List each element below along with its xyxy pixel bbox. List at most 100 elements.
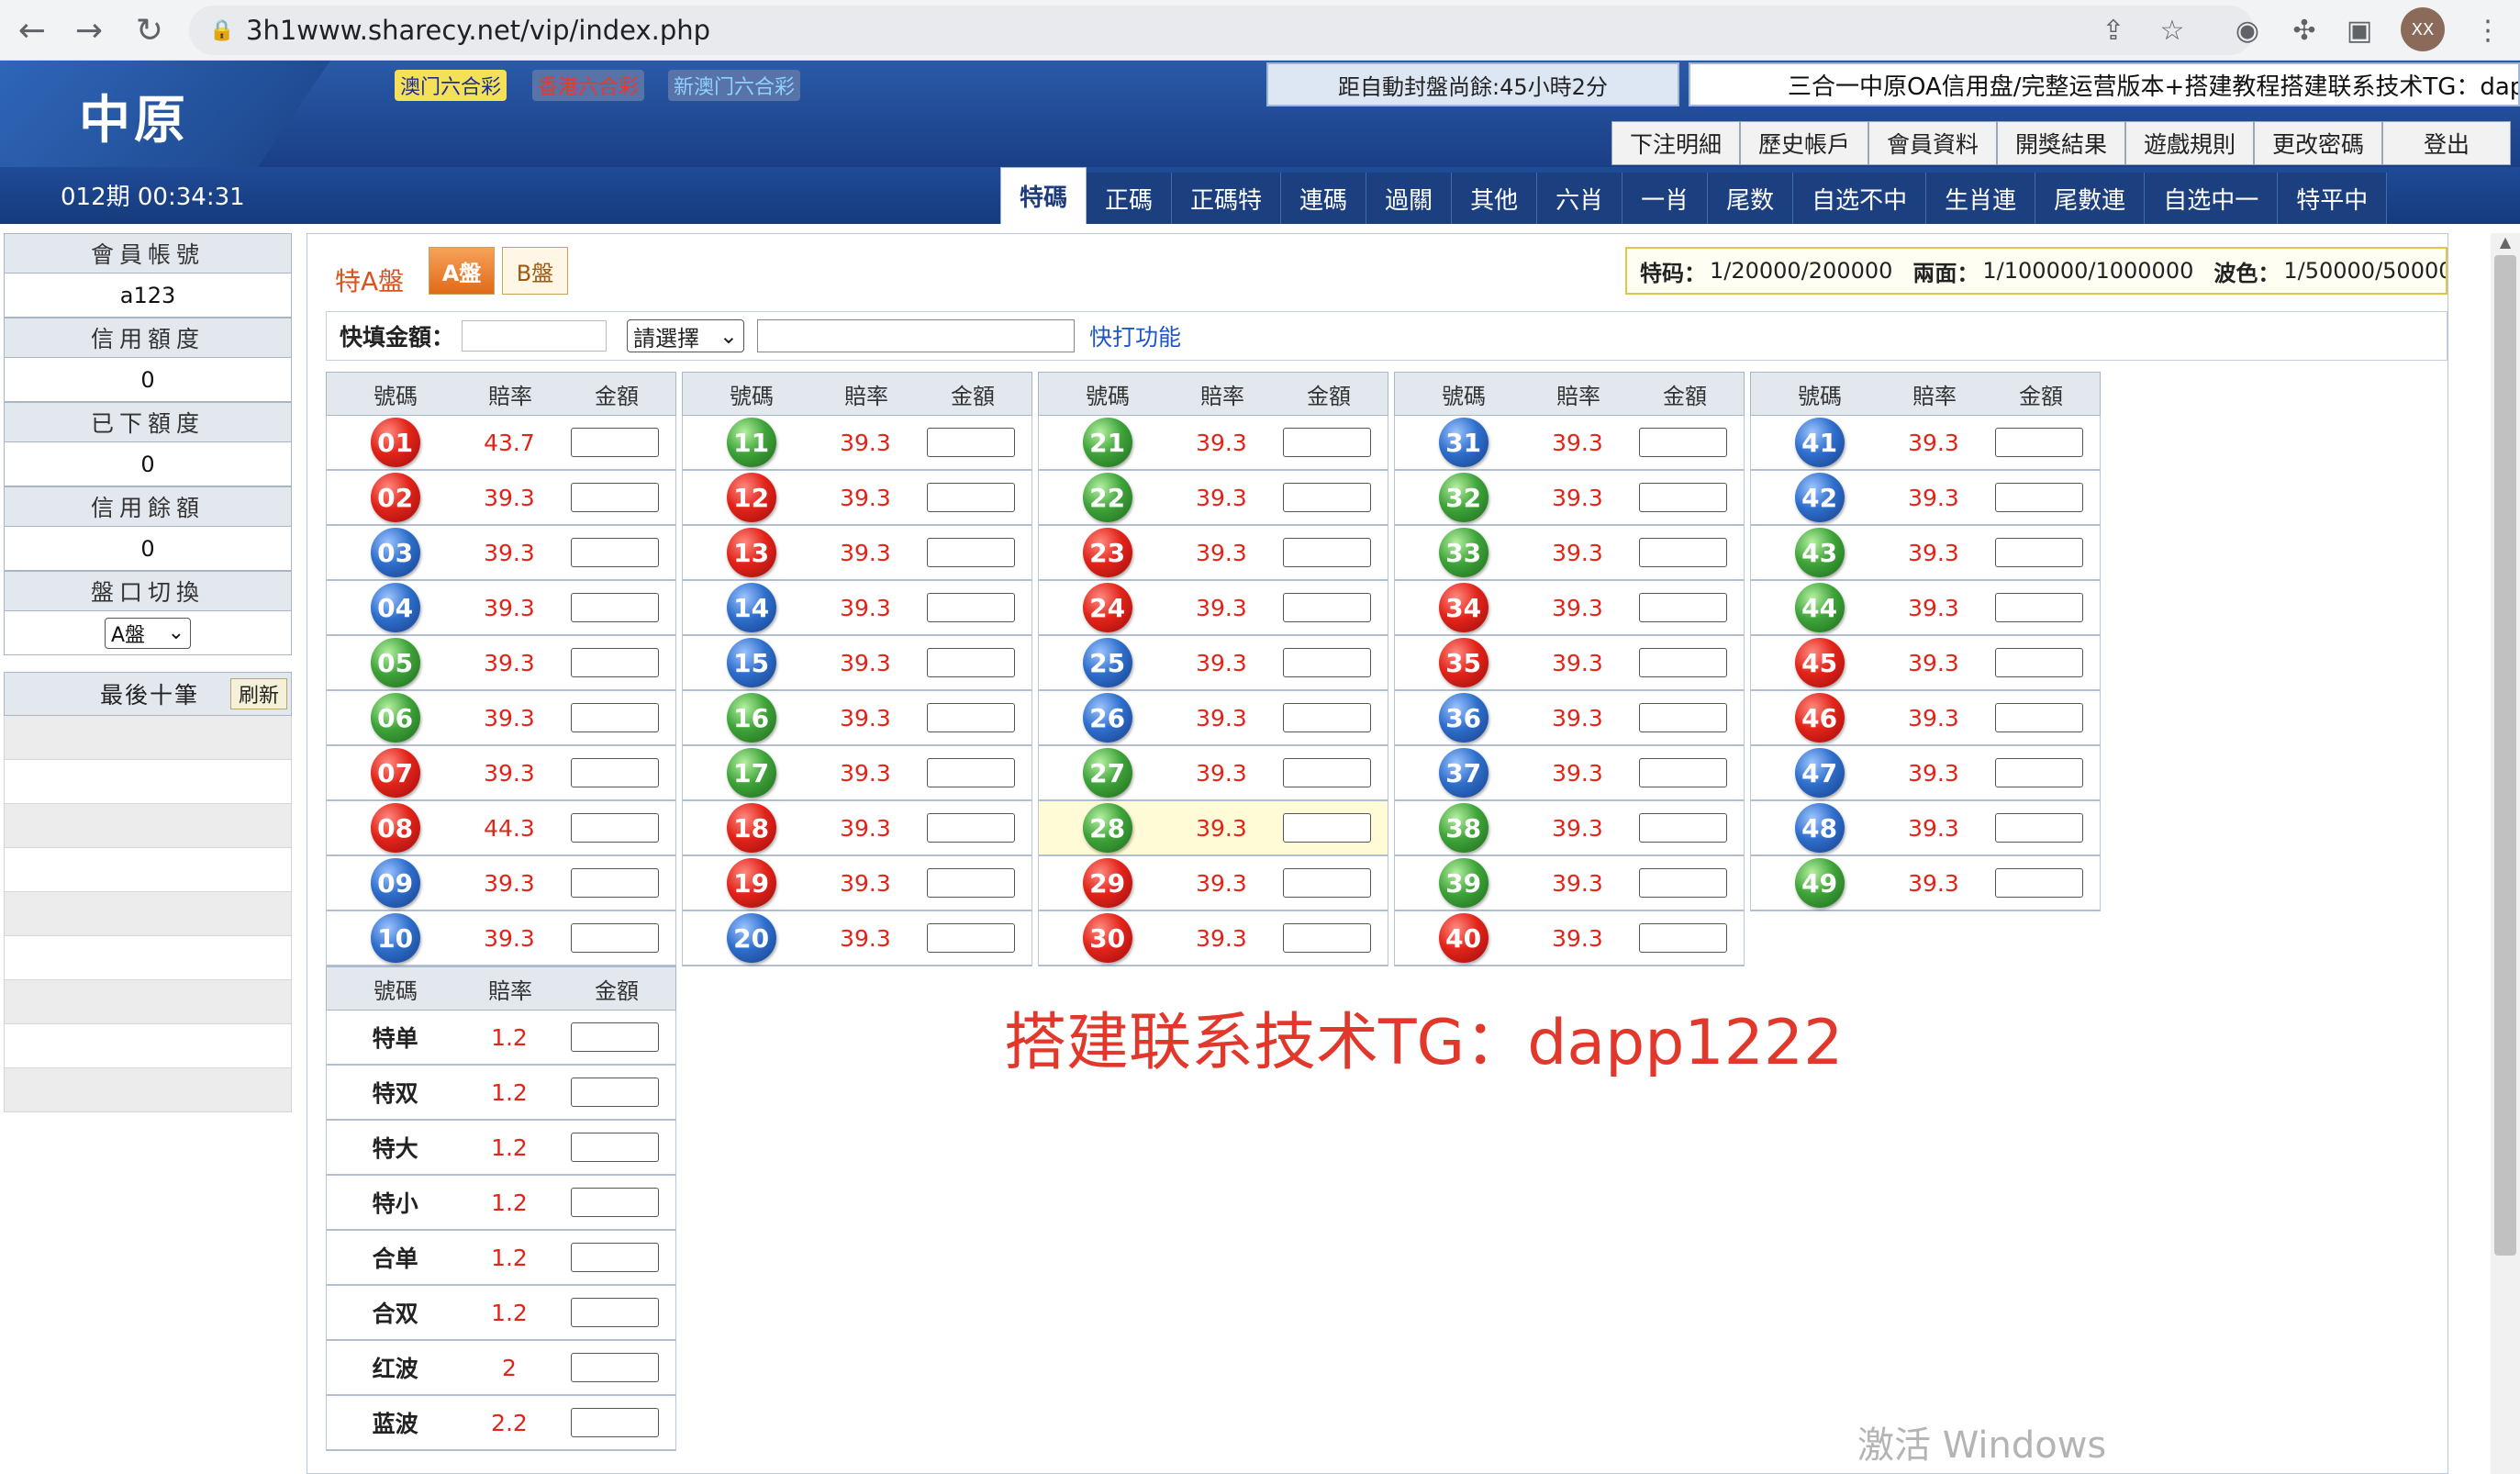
number-ball[interactable]: 04 [370,583,420,632]
number-ball[interactable]: 45 [1794,638,1845,687]
amount-input[interactable] [571,703,660,732]
mode-b-button[interactable]: B盤 [502,247,568,295]
number-ball[interactable]: 41 [1794,418,1845,467]
amount-input[interactable] [571,538,660,567]
user-menu-item[interactable]: 會員資料 [1868,121,1997,165]
scroll-up-icon[interactable]: ▲ [2494,233,2516,253]
number-ball[interactable]: 19 [726,858,776,908]
number-ball[interactable]: 27 [1082,748,1132,798]
number-ball[interactable]: 33 [1438,528,1489,577]
number-ball[interactable]: 25 [1082,638,1132,687]
play-tab[interactable]: 自选不中 [1793,173,1927,224]
amount-input[interactable] [927,703,1016,732]
amount-input[interactable] [571,1022,660,1052]
number-ball[interactable]: 18 [726,803,776,853]
amount-input[interactable] [1283,703,1372,732]
amount-input[interactable] [571,1188,660,1217]
amount-input[interactable] [1995,538,2084,567]
number-ball[interactable]: 35 [1438,638,1489,687]
number-ball[interactable]: 42 [1794,473,1845,522]
quick-amount-input[interactable] [462,320,608,352]
number-ball[interactable]: 31 [1438,418,1489,467]
amount-input[interactable] [1995,648,2084,677]
scrollbar-thumb[interactable] [2494,255,2516,1256]
plate-select[interactable]: A盤 ⌄ [105,617,191,649]
user-menu-item[interactable]: 登出 [2382,121,2511,165]
number-ball[interactable]: 03 [370,528,420,577]
number-ball[interactable]: 17 [726,748,776,798]
amount-input[interactable] [571,1078,660,1107]
number-ball[interactable]: 15 [726,638,776,687]
number-ball[interactable]: 43 [1794,528,1845,577]
amount-input[interactable] [927,428,1016,457]
play-tab[interactable]: 一肖 [1622,173,1709,224]
amount-input[interactable] [571,1133,660,1162]
number-ball[interactable]: 13 [726,528,776,577]
amount-input[interactable] [1283,538,1372,567]
play-tab[interactable]: 正碼 [1087,173,1173,224]
amount-input[interactable] [927,813,1016,843]
amount-input[interactable] [1283,648,1372,677]
number-ball[interactable]: 08 [370,803,420,853]
amount-input[interactable] [1995,428,2084,457]
amount-input[interactable] [1283,483,1372,512]
amount-input[interactable] [927,483,1016,512]
amount-input[interactable] [1639,483,1728,512]
amount-input[interactable] [571,868,660,898]
number-ball[interactable]: 11 [726,418,776,467]
play-tab[interactable]: 過關 [1366,173,1453,224]
amount-input[interactable] [1995,758,2084,787]
amount-input[interactable] [927,593,1016,622]
amount-input[interactable] [571,483,660,512]
amount-input[interactable] [1639,868,1728,898]
number-ball[interactable]: 30 [1082,913,1132,963]
number-ball[interactable]: 40 [1438,913,1489,963]
lottery-tab-macau[interactable]: 澳门六合彩 [395,70,507,101]
quick-select[interactable]: 請選擇 ⌄ [627,319,745,352]
amount-input[interactable] [1283,758,1372,787]
number-ball[interactable]: 46 [1794,693,1845,743]
amount-input[interactable] [1639,648,1728,677]
number-ball[interactable]: 34 [1438,583,1489,632]
amount-input[interactable] [571,1408,660,1437]
menu-dots-icon[interactable]: ⋮ [2465,7,2511,53]
number-ball[interactable]: 05 [370,638,420,687]
user-menu-item[interactable]: 下注明細 [1611,121,1740,165]
amount-input[interactable] [1995,593,2084,622]
number-ball[interactable]: 38 [1438,803,1489,853]
amount-input[interactable] [1639,758,1728,787]
amount-input[interactable] [1283,593,1372,622]
amount-input[interactable] [927,758,1016,787]
number-ball[interactable]: 37 [1438,748,1489,798]
number-ball[interactable]: 32 [1438,473,1489,522]
number-ball[interactable]: 48 [1794,803,1845,853]
amount-input[interactable] [1283,813,1372,843]
side-panel-icon[interactable]: ▣ [2336,7,2382,53]
play-tab[interactable]: 六肖 [1537,173,1623,224]
number-ball[interactable]: 22 [1082,473,1132,522]
mode-a-button[interactable]: A盤 [429,247,495,295]
number-ball[interactable]: 02 [370,473,420,522]
amount-input[interactable] [571,648,660,677]
number-ball[interactable]: 47 [1794,748,1845,798]
amount-input[interactable] [571,1243,660,1272]
amount-input[interactable] [1639,923,1728,953]
amount-input[interactable] [1639,428,1728,457]
number-ball[interactable]: 23 [1082,528,1132,577]
number-ball[interactable]: 20 [726,913,776,963]
number-ball[interactable]: 21 [1082,418,1132,467]
amount-input[interactable] [1639,813,1728,843]
amount-input[interactable] [571,1353,660,1382]
extensions-icon[interactable]: ✣ [2281,7,2327,53]
back-icon[interactable]: ← [7,6,57,55]
amount-input[interactable] [571,813,660,843]
bookmark-star-icon[interactable]: ☆ [2149,7,2195,53]
user-menu-item[interactable]: 更改密碼 [2254,121,2382,165]
amount-input[interactable] [1639,703,1728,732]
number-ball[interactable]: 12 [726,473,776,522]
number-ball[interactable]: 26 [1082,693,1132,743]
reload-icon[interactable]: ↻ [125,6,174,55]
number-ball[interactable]: 24 [1082,583,1132,632]
amount-input[interactable] [1283,923,1372,953]
extension-color-icon[interactable]: ◉ [2225,7,2270,53]
